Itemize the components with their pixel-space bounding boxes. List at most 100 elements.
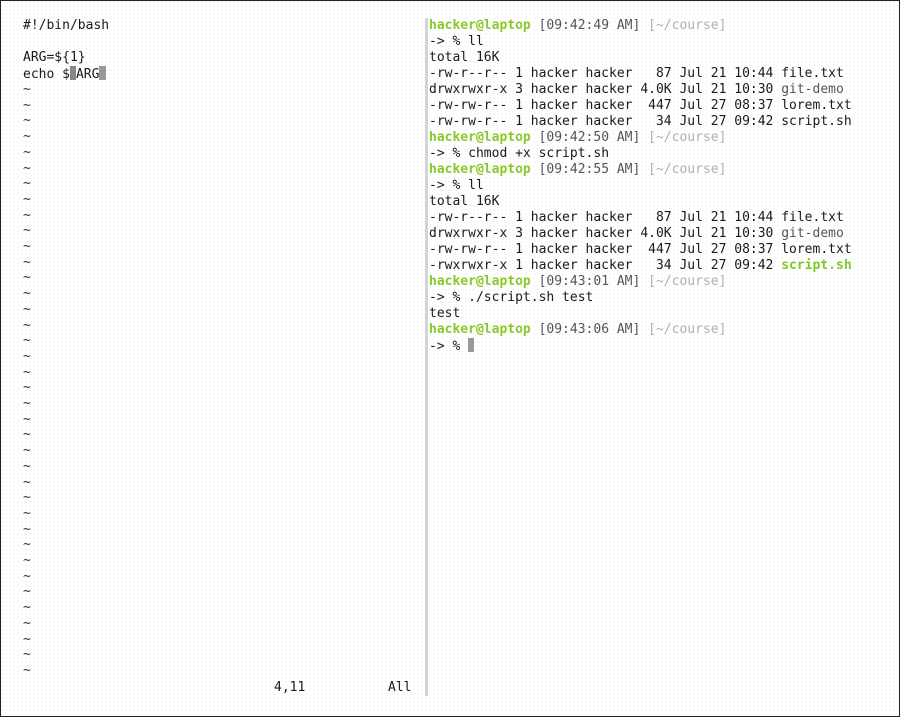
vim-tilde-line: ~ <box>23 97 31 113</box>
prompt-time: [09:43:06 AM] <box>538 322 641 337</box>
ls-row-meta: -rw-rw-r-- 1 hacker hacker 447 Jul 27 08… <box>429 242 782 257</box>
vim-tilde-line: ~ <box>23 191 31 207</box>
prompt-arrow: -> % <box>429 290 469 305</box>
ls-row: -rw-rw-r-- 1 hacker hacker 447 Jul 27 08… <box>429 242 852 258</box>
prompt-path: [~/course] <box>648 130 727 145</box>
vim-line-4: echo $ ARG <box>23 66 107 82</box>
command-output: test <box>429 306 461 321</box>
vim-editor-pane[interactable]: #!/bin/bash ARG=${1} echo $ ARG ~ ~ ~ ~ ~ ~ ~ ~ ~… <box>0 0 425 717</box>
ls-row-meta: -rw-rw-r-- 1 hacker hacker 447 Jul 27 08… <box>429 98 782 113</box>
vim-tilde-line: ~ <box>23 82 31 97</box>
vim-line-3: ARG=${1} <box>23 50 86 65</box>
ls-row-dirname: git-demo <box>781 226 844 241</box>
vim-tilde-line: ~ <box>23 568 31 584</box>
ls-row-meta: drwxrwxr-x 3 hacker hacker 4.0K Jul 21 1… <box>429 226 782 241</box>
ls-row-filename: file.txt <box>781 210 844 225</box>
prompt-user: hacker@laptop <box>429 274 531 289</box>
ls-row: drwxrwxr-x 3 hacker hacker 4.0K Jul 21 1… <box>429 82 844 98</box>
ls-row-meta: -rw-rw-r-- 1 hacker hacker 34 Jul 27 09:… <box>429 114 782 129</box>
vim-tilde-line: ~ <box>23 490 31 506</box>
pane-divider[interactable] <box>425 18 428 696</box>
ls-row-meta: -rw-r--r-- 1 hacker hacker 87 Jul 21 10:… <box>429 66 782 81</box>
ls-row-executable-filename: script.sh <box>781 258 852 273</box>
prompt-arrow: -> % <box>429 146 469 161</box>
vim-cursor-position: 4,11 <box>274 680 306 695</box>
vim-tilde-line: ~ <box>23 396 31 411</box>
prompt-user: hacker@laptop <box>429 130 531 145</box>
vim-tilde-line: ~ <box>23 647 31 663</box>
prompt-path: [~/course] <box>648 162 727 177</box>
ls-row: -rwxrwxr-x 1 hacker hacker 34 Jul 27 09:… <box>429 258 852 274</box>
vim-tilde-line: ~ <box>23 505 31 521</box>
prompt-line: hacker@laptop [09:43:01 AM] [~/course] <box>429 274 726 290</box>
vim-line-1: #!/bin/bash <box>23 18 110 33</box>
command-text: chmod +x script.sh <box>468 146 610 161</box>
vim-match-highlight <box>99 66 107 80</box>
prompt-arrow: -> % <box>429 178 469 193</box>
prompt-arrow: -> % <box>429 339 469 354</box>
vim-tilde-line: ~ <box>23 458 31 474</box>
vim-tilde-line: ~ <box>23 301 31 317</box>
vim-tilde-line: ~ <box>23 254 31 270</box>
prompt-line: hacker@laptop [09:42:50 AM] [~/course] <box>429 130 726 146</box>
prompt-line: hacker@laptop [09:43:06 AM] [~/course] <box>429 322 726 338</box>
vim-tilde-line: ~ <box>23 239 31 254</box>
terminal-pane[interactable]: hacker@laptop [09:42:49 AM] [~/course] -… <box>429 0 899 717</box>
vim-scroll-indicator: All <box>388 680 412 695</box>
prompt-user: hacker@laptop <box>429 322 531 337</box>
prompt-line: hacker@laptop [09:42:49 AM] [~/course] <box>429 18 726 34</box>
command-line: -> % ll <box>429 34 484 50</box>
vim-tilde-line: ~ <box>23 348 31 364</box>
prompt-time: [09:42:50 AM] <box>538 130 641 145</box>
ls-row-dirname: git-demo <box>781 82 844 97</box>
vim-tilde-line: ~ <box>23 411 31 427</box>
terminal-cursor <box>468 338 475 352</box>
command-text: ./script.sh test <box>468 290 594 305</box>
ls-row-filename: lorem.txt <box>781 242 852 257</box>
vim-tilde-line: ~ <box>23 600 31 616</box>
vim-tilde-line: ~ <box>23 380 31 396</box>
vim-tilde-line: ~ <box>23 270 31 286</box>
prompt-user: hacker@laptop <box>429 18 531 33</box>
prompt-arrow: -> % <box>429 34 469 49</box>
vim-tilde-line: ~ <box>23 207 31 223</box>
vim-tilde-line: ~ <box>23 286 31 302</box>
prompt-time: [09:43:01 AM] <box>538 274 641 289</box>
prompt-time: [09:42:49 AM] <box>538 18 641 33</box>
command-line: -> % ll <box>429 178 484 194</box>
ls-row-meta: drwxrwxr-x 3 hacker hacker 4.0K Jul 21 1… <box>429 82 782 97</box>
vim-tilde-line: ~ <box>23 584 31 600</box>
output-total: total 16K <box>429 50 500 65</box>
ls-row: -rw-rw-r-- 1 hacker hacker 447 Jul 27 08… <box>429 98 852 114</box>
vim-tilde-line: ~ <box>23 631 31 647</box>
vim-tilde-line: ~ <box>23 364 31 380</box>
prompt-user: hacker@laptop <box>429 162 531 177</box>
vim-tilde-line: ~ <box>23 553 31 568</box>
vim-tilde-line: ~ <box>23 113 31 129</box>
vim-tilde-line: ~ <box>23 474 31 490</box>
vim-tilde-line: ~ <box>23 537 31 553</box>
vim-tilde-line: ~ <box>23 427 31 443</box>
vim-tilde-line: ~ <box>23 317 31 333</box>
prompt-line: hacker@laptop [09:42:55 AM] [~/course] <box>429 162 726 178</box>
vim-tilde-line: ~ <box>23 443 31 459</box>
ls-row: -rw-r--r-- 1 hacker hacker 87 Jul 21 10:… <box>429 210 844 226</box>
vim-tilde-line: ~ <box>23 160 31 176</box>
prompt-time: [09:42:55 AM] <box>538 162 641 177</box>
prompt-path: [~/course] <box>648 274 727 289</box>
vim-tilde-line: ~ <box>23 662 31 678</box>
command-line: -> % chmod +x script.sh <box>429 146 609 162</box>
command-line-active[interactable]: -> % <box>429 338 475 354</box>
vim-tilde-line: ~ <box>23 333 31 349</box>
prompt-path: [~/course] <box>648 18 727 33</box>
command-line: -> % ./script.sh test <box>429 290 593 306</box>
ls-row-filename: script.sh <box>781 114 852 129</box>
ls-row-filename: lorem.txt <box>781 98 852 113</box>
output-total: total 16K <box>429 194 500 209</box>
ls-row-meta: -rw-r--r-- 1 hacker hacker 87 Jul 21 10:… <box>429 210 782 225</box>
ls-row-filename: file.txt <box>781 66 844 81</box>
vim-tilde-line: ~ <box>23 521 31 537</box>
command-text: ll <box>468 178 484 193</box>
vim-tilde-line: ~ <box>23 129 31 145</box>
vim-tilde-line: ~ <box>23 176 31 192</box>
